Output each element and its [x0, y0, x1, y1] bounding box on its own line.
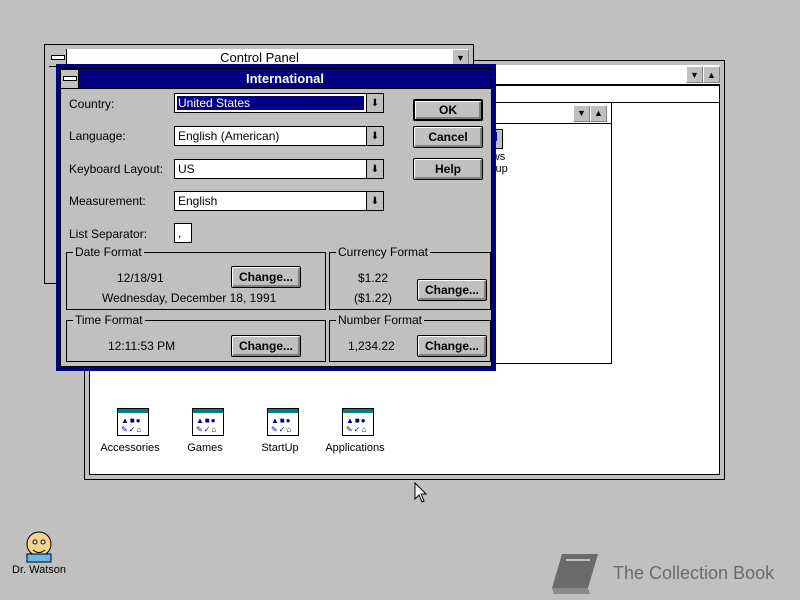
- ok-button[interactable]: OK: [413, 99, 483, 121]
- watermark-text: The Collection Book: [613, 563, 775, 583]
- group-label-applications: Applications: [325, 442, 385, 454]
- list-separator-label: List Separator:: [69, 227, 148, 241]
- currency-format-title: Currency Format: [336, 245, 431, 259]
- time-format-change-button[interactable]: Change...: [231, 335, 301, 357]
- help-button[interactable]: Help: [413, 158, 483, 180]
- number-format-change-button[interactable]: Change...: [417, 335, 487, 357]
- dropdown-arrow-icon[interactable]: ⬇: [366, 127, 383, 145]
- international-dialog: International Country: United States ⬇ L…: [56, 64, 496, 371]
- date-short-value: 12/18/91: [117, 271, 164, 285]
- number-format-title: Number Format: [336, 313, 425, 327]
- keyboard-layout-label: Keyboard Layout:: [69, 162, 164, 176]
- control-panel-title: Control Panel: [220, 50, 299, 65]
- program-group-icon: ▲■● ✎✓⌂: [117, 408, 149, 436]
- international-titlebar[interactable]: International: [61, 69, 491, 89]
- maximize-button[interactable]: ▲: [703, 66, 720, 83]
- dr-watson-icon: [26, 531, 52, 563]
- list-separator-input[interactable]: ,: [174, 223, 192, 243]
- group-label-games: Games: [187, 442, 223, 454]
- mouse-pointer-icon: [414, 482, 428, 503]
- dialog-system-menu[interactable]: [61, 69, 79, 88]
- group-maximize-button[interactable]: ▲: [590, 104, 607, 122]
- currency-negative-value: ($1.22): [354, 291, 393, 305]
- dropdown-arrow-icon[interactable]: ⬇: [366, 94, 383, 112]
- date-format-change-button[interactable]: Change...: [231, 266, 301, 288]
- country-dropdown[interactable]: United States ⬇: [174, 93, 384, 113]
- cancel-button[interactable]: Cancel: [413, 126, 483, 148]
- number-format-group: Number Format 1,234.22 Change...: [329, 313, 491, 362]
- program-group-icon: ▲■● ✎✓⌂: [267, 408, 299, 436]
- language-label: Language:: [69, 129, 126, 143]
- country-label: Country:: [69, 97, 115, 111]
- group-minimize-button[interactable]: ▼: [573, 104, 590, 122]
- program-group-icon: ▲■● ✎✓⌂: [192, 408, 224, 436]
- measurement-dropdown[interactable]: English ⬇: [174, 191, 384, 211]
- time-format-title: Time Format: [73, 313, 145, 327]
- collection-book-watermark: The Collection Book: [548, 550, 793, 596]
- keyboard-layout-value: US: [178, 162, 195, 176]
- time-format-group: Time Format 12:11:53 PM Change...: [66, 313, 326, 362]
- measurement-label: Measurement:: [69, 194, 146, 208]
- dropdown-arrow-icon[interactable]: ⬇: [366, 192, 383, 210]
- dialog-title: International: [245, 71, 324, 86]
- program-group-icon: ▲■● ✎✓⌂: [342, 408, 374, 436]
- group-label-accessories: Accessories: [100, 442, 160, 454]
- date-long-value: Wednesday, December 18, 1991: [102, 291, 277, 305]
- dr-watson-desktop-icon[interactable]: Dr. Watson: [8, 528, 70, 578]
- date-format-title: Date Format: [73, 245, 144, 259]
- currency-format-change-button[interactable]: Change...: [417, 279, 487, 301]
- keyboard-layout-dropdown[interactable]: US ⬇: [174, 159, 384, 179]
- language-value: English (American): [178, 129, 280, 143]
- dr-watson-label: Dr. Watson: [12, 564, 66, 576]
- language-dropdown[interactable]: English (American) ⬇: [174, 126, 384, 146]
- measurement-value: English: [178, 194, 218, 208]
- number-value: 1,234.22: [348, 339, 395, 353]
- minimize-button[interactable]: ▼: [686, 66, 703, 83]
- currency-positive-value: $1.22: [358, 271, 389, 285]
- group-label-startup: StartUp: [261, 442, 299, 454]
- book-icon: [552, 554, 598, 594]
- date-format-group: Date Format 12/18/91 Wednesday, December…: [66, 245, 326, 310]
- currency-format-group: Currency Format $1.22 ($1.22) Change...: [329, 245, 491, 310]
- time-value: 12:11:53 PM: [108, 339, 176, 353]
- dropdown-arrow-icon[interactable]: ⬇: [366, 160, 383, 178]
- country-value: United States: [176, 95, 365, 111]
